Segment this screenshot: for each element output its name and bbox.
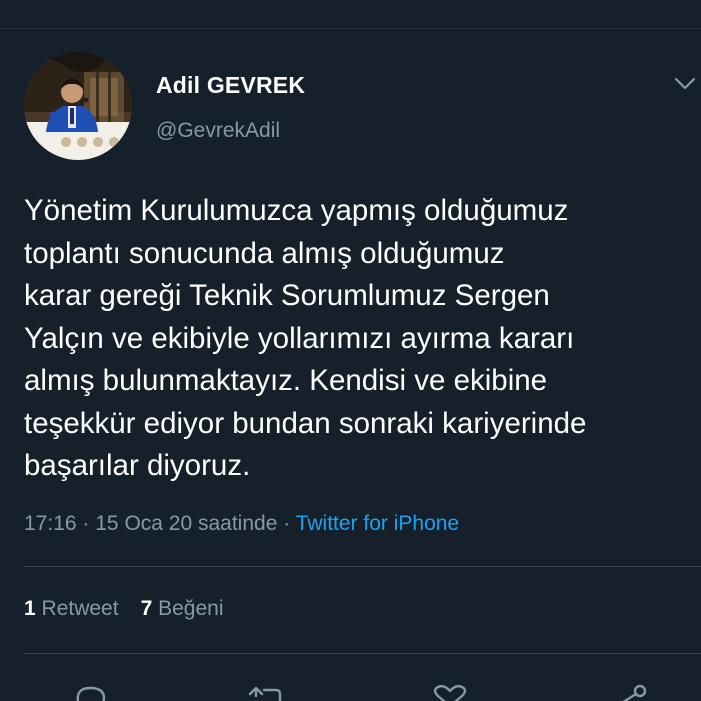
meta-separator: · xyxy=(82,512,90,535)
avatar[interactable] xyxy=(24,52,132,160)
username-handle[interactable]: @GevrekAdil xyxy=(156,119,280,143)
retweet-count: 1 xyxy=(24,597,36,620)
retweet-label: Retweet xyxy=(41,597,119,620)
like-stat[interactable]: 7 Beğeni xyxy=(141,597,224,620)
retweet-icon[interactable] xyxy=(246,682,286,701)
display-name[interactable]: Adil GEVREK xyxy=(156,72,305,99)
share-icon[interactable] xyxy=(608,682,648,701)
tweet-detail-view: Adil GEVREK @GevrekAdil Yönetim Kurulumu… xyxy=(0,0,701,701)
divider xyxy=(24,653,701,654)
like-label: Beğeni xyxy=(158,597,224,620)
chevron-down-icon[interactable] xyxy=(672,74,698,94)
reply-icon[interactable] xyxy=(70,682,110,701)
tweet-time[interactable]: 17:16 xyxy=(24,512,77,535)
retweet-stat[interactable]: 1 Retweet xyxy=(24,597,119,620)
like-count: 7 xyxy=(140,597,153,620)
tweet-text: Yönetim Kurulumuzca yapmış olduğumuz top… xyxy=(24,194,587,482)
heart-icon[interactable] xyxy=(430,682,470,701)
divider xyxy=(24,566,701,567)
meta-separator: · xyxy=(283,512,291,535)
engagement-stats: 1 Retweet 7 Beğeni xyxy=(24,597,224,621)
header-divider xyxy=(0,28,701,29)
tweet-source-link[interactable]: Twitter for iPhone xyxy=(296,512,459,535)
tweet-date[interactable]: 15 Oca 20 saatinde xyxy=(95,512,277,535)
avatar-photo xyxy=(24,52,132,160)
tweet-timestamp-line: 17:16 · 15 Oca 20 saatinde · Twitter for… xyxy=(24,512,459,536)
